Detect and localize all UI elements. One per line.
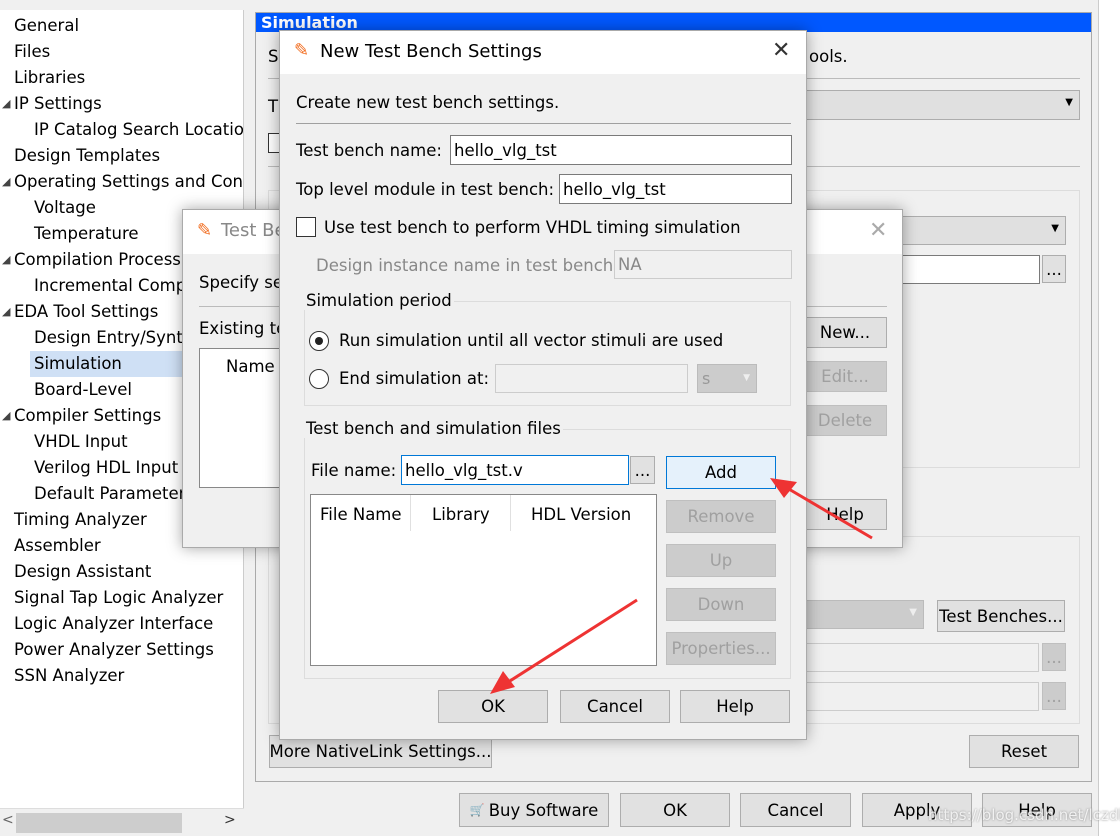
annotation-arrows bbox=[490, 478, 873, 694]
arrowhead-ok bbox=[490, 671, 515, 694]
arrow-to-ok bbox=[501, 598, 638, 688]
arrow-to-add bbox=[781, 483, 873, 540]
arrowhead-add bbox=[770, 478, 797, 498]
